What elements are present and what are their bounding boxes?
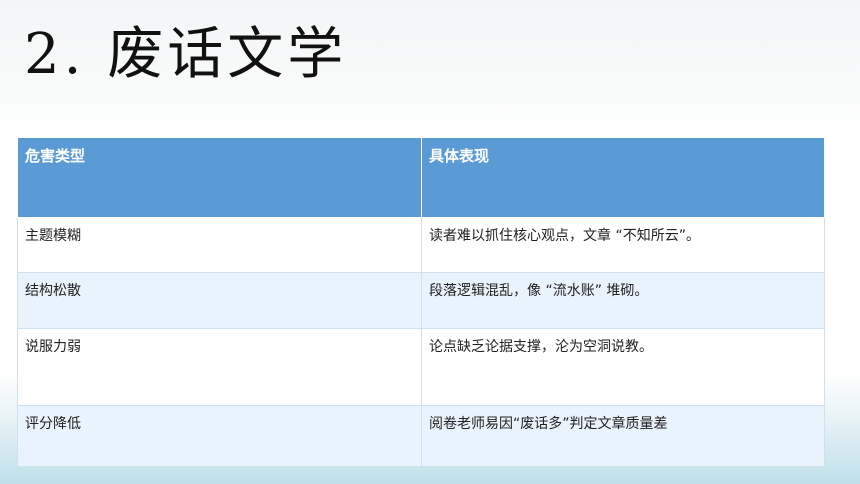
- harm-type-cell: 说服力弱: [17, 328, 422, 406]
- manifestation-cell: 阅卷老师易因“废话多”判定文章质量差: [421, 405, 825, 467]
- table-row: 评分降低 阅卷老师易因“废话多”判定文章质量差: [17, 405, 825, 467]
- manifestation-cell: 读者难以抓住核心观点，文章 “不知所云”。: [421, 217, 825, 273]
- manifestation-cell: 段落逻辑混乱，像 “流水账” 堆砌。: [421, 272, 825, 329]
- table-row: 结构松散 段落逻辑混乱，像 “流水账” 堆砌。: [17, 272, 825, 329]
- manifestation-cell: 论点缺乏论据支撑，沦为空洞说教。: [421, 328, 825, 406]
- header-manifestation: 具体表现: [421, 137, 825, 218]
- table-header-row: 危害类型 具体表现: [17, 137, 825, 218]
- slide-title: 2. 废话文学: [24, 22, 348, 87]
- harm-type-cell: 结构松散: [17, 272, 422, 329]
- table-row: 说服力弱 论点缺乏论据支撑，沦为空洞说教。: [17, 328, 825, 406]
- table-row: 主题模糊 读者难以抓住核心观点，文章 “不知所云”。: [17, 217, 825, 273]
- header-harm-type: 危害类型: [17, 137, 422, 218]
- harm-type-cell: 评分降低: [17, 405, 422, 467]
- harm-type-cell: 主题模糊: [17, 217, 422, 273]
- harm-table: 危害类型 具体表现 主题模糊 读者难以抓住核心观点，文章 “不知所云”。 结构松…: [17, 137, 825, 467]
